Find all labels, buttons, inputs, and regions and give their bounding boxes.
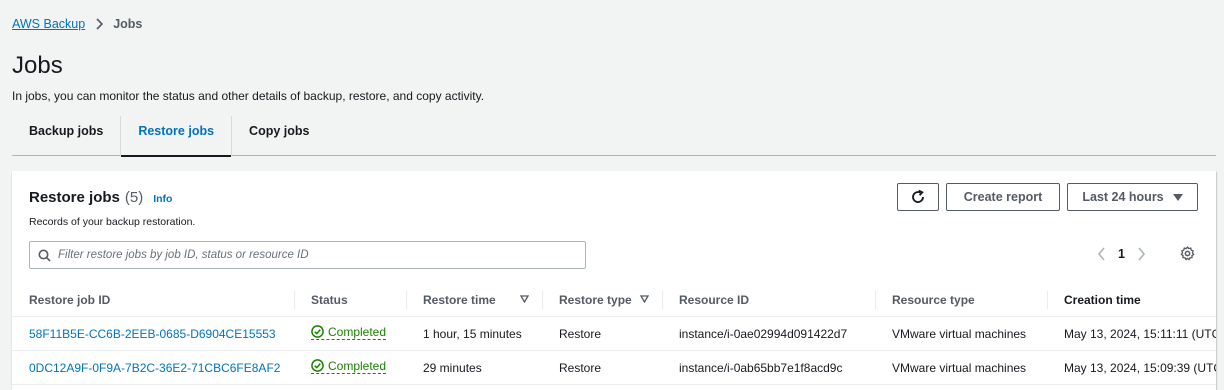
panel-title: Restore jobs (5) Info — [29, 189, 172, 206]
restore-job-id-link[interactable]: 0DC12A9F-0F9A-7B2C-36E2-71CBC6FE8AF2 — [29, 361, 280, 375]
chevron-left-icon[interactable] — [1097, 247, 1106, 261]
panel-count: (5) — [124, 189, 144, 206]
current-page[interactable]: 1 — [1118, 247, 1125, 261]
restore-time-cell: 1 hour, 15 minutes — [423, 327, 522, 341]
status-text: Completed — [328, 358, 387, 373]
restore-job-id-link[interactable]: 58F11B5E-CC6B-2EEB-0685-D6904CE15553 — [29, 327, 276, 341]
creation-time-cell: May 13, 2024, 15:09:39 (UTC — [1064, 361, 1216, 375]
restore-type-cell: Restore — [559, 361, 602, 375]
table-header: Restore job ID Status Restore time Resto… — [12, 283, 1216, 317]
time-range-dropdown[interactable]: Last 24 hours — [1067, 183, 1198, 211]
status-text: Completed — [328, 324, 387, 339]
resource-type-cell: VMware virtual machines — [892, 327, 1027, 341]
sort-icon[interactable] — [520, 295, 529, 303]
column-header-creation-time[interactable]: Creation time — [1047, 283, 1216, 317]
success-check-icon — [311, 359, 324, 372]
resource-id-cell: instance/i-0ab65bb7e1f8acd9c — [679, 361, 843, 375]
refresh-icon — [910, 189, 926, 205]
job-tabs: Backup jobs Restore jobs Copy jobs — [12, 116, 1216, 157]
panel-title-text: Restore jobs — [29, 189, 120, 206]
breadcrumb: AWS Backup Jobs — [12, 17, 142, 31]
tab-backup-jobs[interactable]: Backup jobs — [12, 116, 120, 156]
refresh-button[interactable] — [897, 183, 939, 211]
sort-icon[interactable] — [640, 295, 649, 303]
pagination: 1 — [1097, 247, 1146, 261]
panel-description: Records of your backup restoration. — [29, 216, 196, 228]
table-row: 0DC12A9F-0F9A-7B2C-36E2-71CBC6FE8AF2 Com… — [12, 351, 1216, 385]
search-field — [29, 241, 586, 269]
create-report-button[interactable]: Create report — [946, 183, 1060, 211]
restore-time-cell: 29 minutes — [423, 361, 482, 375]
column-header-restore-job-id[interactable]: Restore job ID — [12, 283, 278, 317]
chevron-right-icon — [95, 18, 104, 30]
restore-type-cell: Restore — [559, 327, 602, 341]
tab-restore-jobs[interactable]: Restore jobs — [120, 116, 231, 157]
breadcrumb-current: Jobs — [113, 17, 143, 31]
resource-id-cell: instance/i-0ae02994d091422d7 — [679, 327, 848, 341]
tab-copy-jobs[interactable]: Copy jobs — [231, 116, 326, 156]
info-link[interactable]: Info — [153, 193, 172, 205]
column-header-resource-type[interactable]: Resource type — [875, 283, 1047, 317]
restore-jobs-panel: Restore jobs (5) Info Records of your ba… — [12, 171, 1216, 390]
column-header-resource-id[interactable]: Resource ID — [662, 283, 875, 317]
search-input[interactable] — [58, 249, 578, 261]
chevron-right-icon[interactable] — [1137, 247, 1146, 261]
column-header-status[interactable]: Status — [294, 283, 406, 317]
creation-time-cell: May 13, 2024, 15:11:11 (UTC — [1064, 327, 1216, 341]
breadcrumb-aws-backup-link[interactable]: AWS Backup — [12, 17, 85, 31]
time-range-label: Last 24 hours — [1082, 190, 1164, 204]
status-badge[interactable]: Completed — [311, 324, 387, 340]
table-row: 58F11B5E-CC6B-2EEB-0685-D6904CE15553 Com… — [12, 317, 1216, 351]
status-badge[interactable]: Completed — [311, 358, 387, 374]
search-icon — [38, 249, 51, 262]
success-check-icon — [311, 325, 324, 338]
settings-gear-icon[interactable] — [1180, 246, 1195, 261]
resource-type-cell: VMware virtual machines — [892, 361, 1027, 375]
page-title: Jobs — [12, 52, 63, 79]
page-description: In jobs, you can monitor the status and … — [12, 89, 485, 103]
caret-down-icon — [1172, 193, 1183, 201]
